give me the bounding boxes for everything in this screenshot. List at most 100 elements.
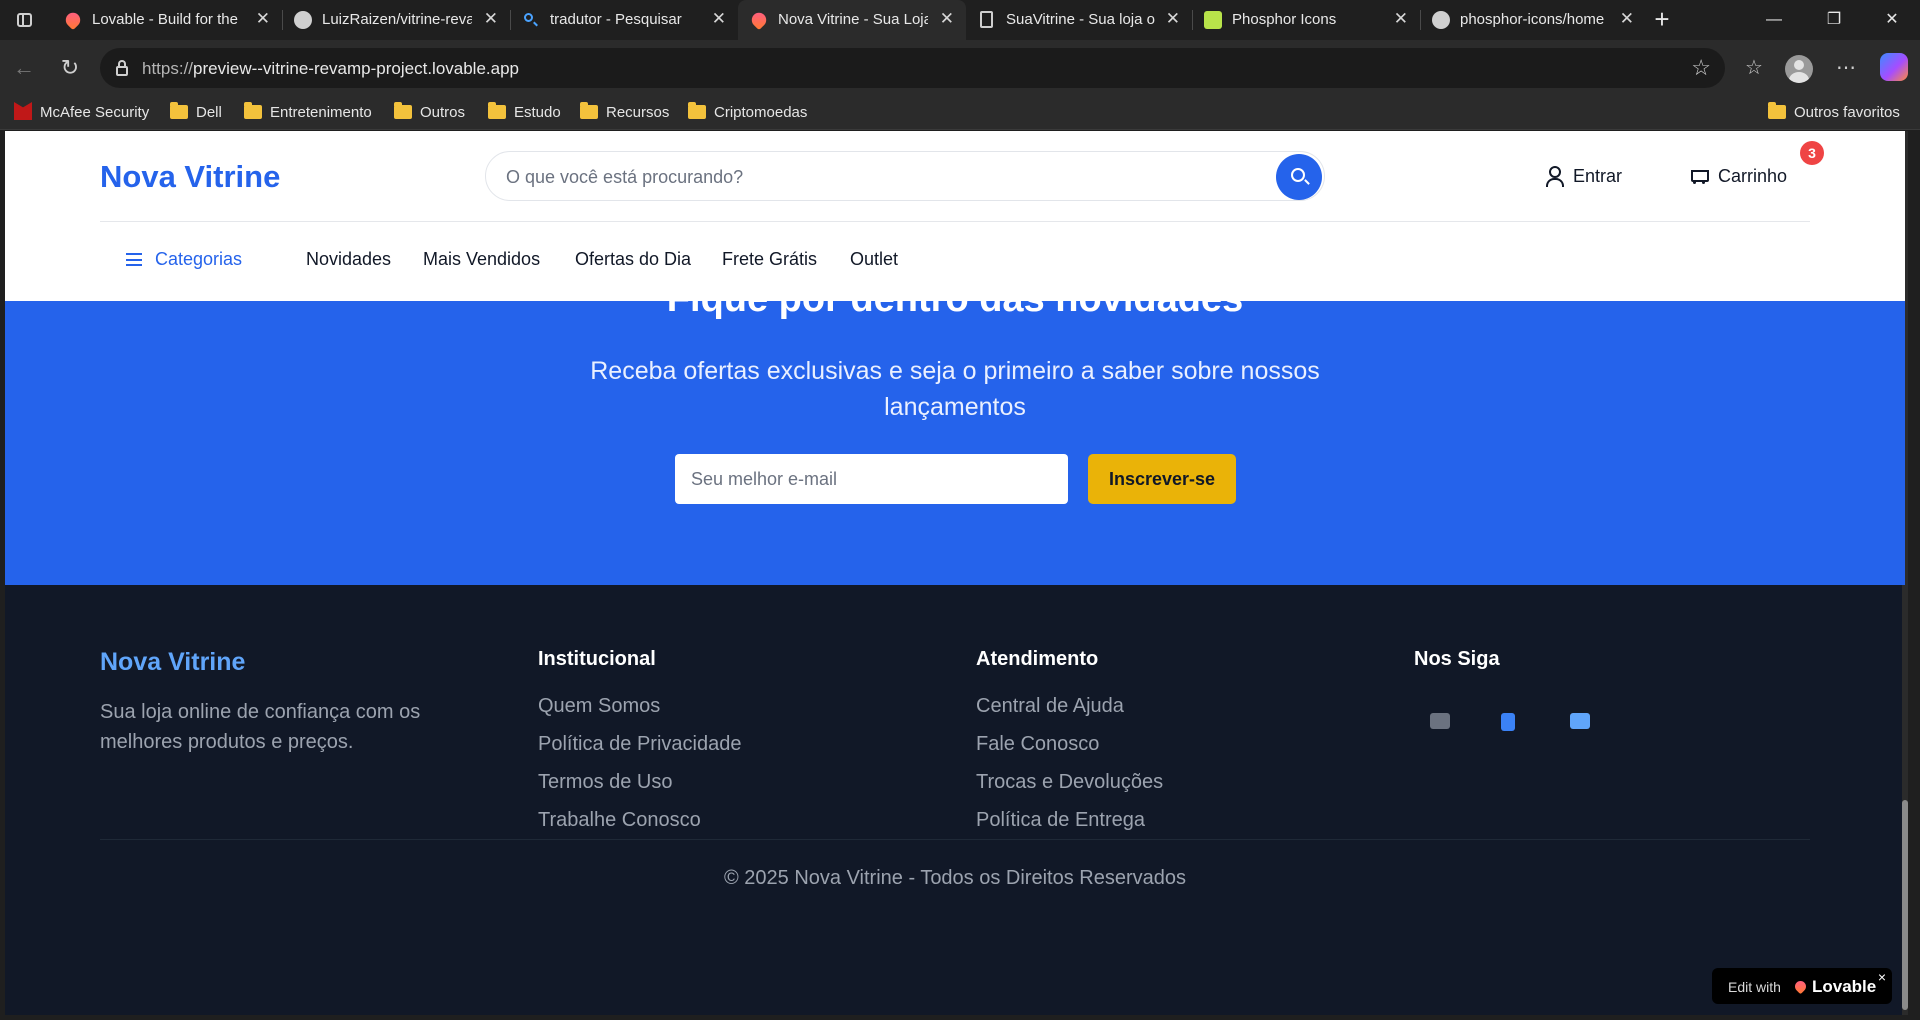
search-button[interactable] xyxy=(1276,154,1322,200)
menu-icon xyxy=(126,253,142,266)
minimize-button[interactable]: — xyxy=(1746,0,1802,40)
reload-button[interactable]: ↻ xyxy=(54,52,86,84)
profile-avatar[interactable] xyxy=(1785,55,1813,83)
tab-title: phosphor-icons/home xyxy=(1460,11,1605,28)
copilot-icon[interactable] xyxy=(1880,53,1908,81)
footer-link[interactable]: Termos de Uso xyxy=(538,771,741,794)
nav-link-ofertas-do-dia[interactable]: Ofertas do Dia xyxy=(575,249,691,270)
tab-close-icon[interactable]: ✕ xyxy=(1166,9,1180,29)
close-icon[interactable]: × xyxy=(1878,969,1886,985)
tab-tradutor[interactable]: tradutor - Pesquisar ✕ xyxy=(510,0,738,40)
edit-with-lovable-button[interactable]: Edit with Lovable × xyxy=(1712,968,1892,1004)
search-icon xyxy=(522,11,540,29)
bookmark-outros[interactable]: Outros xyxy=(394,102,465,124)
page-viewport: Nova Vitrine Entrar Carrinho 3 Categoria… xyxy=(5,131,1905,1015)
tab-actions-icon xyxy=(17,13,32,27)
tab-suavitrine[interactable]: SuaVitrine - Sua loja o ✕ xyxy=(966,0,1192,40)
folder-icon xyxy=(688,102,706,119)
tab-github-vitrine[interactable]: LuizRaizen/vitrine-reva ✕ xyxy=(282,0,510,40)
login-label: Entrar xyxy=(1573,166,1623,186)
footer-link[interactable]: Trocas e Devoluções xyxy=(976,771,1163,794)
close-window-button[interactable]: ✕ xyxy=(1864,0,1920,40)
site-info-icon[interactable] xyxy=(114,59,130,77)
github-icon xyxy=(1432,11,1450,29)
folder-icon xyxy=(394,102,412,119)
tab-close-icon[interactable]: ✕ xyxy=(940,9,954,29)
tab-phosphor-github[interactable]: phosphor-icons/home ✕ xyxy=(1420,0,1646,40)
nav-link-outlet[interactable]: Outlet xyxy=(850,249,898,270)
bookmark-label: Recursos xyxy=(606,104,670,121)
footer-divider xyxy=(100,839,1810,840)
tab-phosphor[interactable]: Phosphor Icons ✕ xyxy=(1192,0,1420,40)
tab-title: Lovable - Build for the xyxy=(92,11,238,28)
site-logo[interactable]: Nova Vitrine xyxy=(100,159,280,195)
browser-toolbar: ← ↻ https://preview--vitrine-revamp-proj… xyxy=(0,40,1920,96)
footer-link[interactable]: Central de Ajuda xyxy=(976,695,1163,718)
url-text[interactable]: https://preview--vitrine-revamp-project.… xyxy=(142,59,519,79)
bookmark-mcafee[interactable]: McAfee Security xyxy=(14,102,149,124)
footer-column-title: Institucional xyxy=(538,648,656,670)
lovable-brand: Lovable xyxy=(1812,977,1877,996)
categories-button[interactable]: Categorias xyxy=(155,249,242,270)
tab-title: tradutor - Pesquisar xyxy=(550,11,682,28)
more-options-icon[interactable]: ⋯ xyxy=(1830,52,1862,84)
bookmark-recursos[interactable]: Recursos xyxy=(580,102,669,124)
cart-label: Carrinho xyxy=(1718,166,1788,186)
folder-icon xyxy=(1768,102,1786,119)
lovable-heart-icon xyxy=(62,9,84,31)
back-button[interactable]: ← xyxy=(8,52,40,84)
newsletter-email-input[interactable] xyxy=(675,454,1068,504)
footer-link[interactable]: Política de Privacidade xyxy=(538,733,741,756)
favorites-icon[interactable]: ☆ xyxy=(1738,52,1770,84)
favorite-star-icon[interactable]: ☆ xyxy=(1691,55,1711,81)
header-divider xyxy=(100,221,1810,222)
tab-nova-vitrine[interactable]: Nova Vitrine - Sua Loja ✕ xyxy=(738,0,966,40)
nav-link-frete-gratis[interactable]: Frete Grátis xyxy=(722,249,817,270)
bookmark-label: Criptomoedas xyxy=(714,104,808,121)
tab-close-icon[interactable]: ✕ xyxy=(1394,9,1408,29)
bookmark-label: Entretenimento xyxy=(270,104,372,121)
url-scheme: https:// xyxy=(142,59,194,78)
tab-actions-button[interactable] xyxy=(10,7,38,33)
tab-close-icon[interactable]: ✕ xyxy=(256,9,270,29)
bookmarks-bar: McAfee Security Dell Entretenimento Outr… xyxy=(0,96,1920,130)
copyright-text: © 2025 Nova Vitrine - Todos os Direitos … xyxy=(723,867,1186,889)
address-bar[interactable]: https://preview--vitrine-revamp-project.… xyxy=(100,48,1725,88)
bookmark-outros-favoritos[interactable]: Outros favoritos xyxy=(1768,102,1900,124)
footer-logo[interactable]: Nova Vitrine xyxy=(100,648,245,677)
tab-close-icon[interactable]: ✕ xyxy=(484,9,498,29)
new-tab-button[interactable]: + xyxy=(1648,6,1676,34)
folder-icon xyxy=(488,102,506,119)
tab-lovable[interactable]: Lovable - Build for the ✕ xyxy=(52,0,282,40)
footer-link[interactable]: Trabalhe Conosco xyxy=(538,809,741,832)
newsletter-section: Fique por dentro das novidades Receba of… xyxy=(5,301,1905,585)
footer-column-institucional: Institucional Quem Somos Política de Pri… xyxy=(538,648,741,847)
search-input[interactable] xyxy=(506,164,1246,190)
tab-title: SuaVitrine - Sua loja o xyxy=(1006,11,1155,28)
footer-column-title: Atendimento xyxy=(976,648,1099,670)
bookmark-estudo[interactable]: Estudo xyxy=(488,102,561,124)
camera-icon[interactable] xyxy=(1430,713,1450,729)
scrollbar-thumb[interactable] xyxy=(1902,800,1908,1010)
footer-link[interactable]: Política de Entrega xyxy=(976,809,1163,832)
subscribe-button[interactable]: Inscrever-se xyxy=(1088,454,1236,504)
nav-link-mais-vendidos[interactable]: Mais Vendidos xyxy=(423,249,540,270)
bookmark-dell[interactable]: Dell xyxy=(170,102,222,124)
book-icon[interactable] xyxy=(1501,713,1515,731)
document-icon xyxy=(980,11,993,28)
nav-link-novidades[interactable]: Novidades xyxy=(306,249,391,270)
footer-link[interactable]: Fale Conosco xyxy=(976,733,1163,756)
tab-close-icon[interactable]: ✕ xyxy=(1620,9,1634,29)
footer-column-atendimento: Atendimento Central de Ajuda Fale Conosc… xyxy=(976,648,1163,847)
bookmark-entretenimento[interactable]: Entretenimento xyxy=(244,102,372,124)
bookmark-criptomoedas[interactable]: Criptomoedas xyxy=(688,102,807,124)
site-footer: Nova Vitrine Sua loja online de confianç… xyxy=(5,585,1905,1015)
bookmark-label: Outros xyxy=(420,104,466,121)
footer-link[interactable]: Quem Somos xyxy=(538,695,741,718)
site-header: Nova Vitrine Entrar Carrinho 3 Categoria… xyxy=(5,131,1905,301)
tab-strip: Lovable - Build for the ✕ LuizRaizen/vit… xyxy=(0,0,1920,40)
footer-about: Sua loja online de confiança com os melh… xyxy=(100,701,421,753)
maximize-button[interactable]: ❐ xyxy=(1806,0,1862,40)
tv-icon[interactable] xyxy=(1570,713,1590,729)
tab-close-icon[interactable]: ✕ xyxy=(712,9,726,29)
